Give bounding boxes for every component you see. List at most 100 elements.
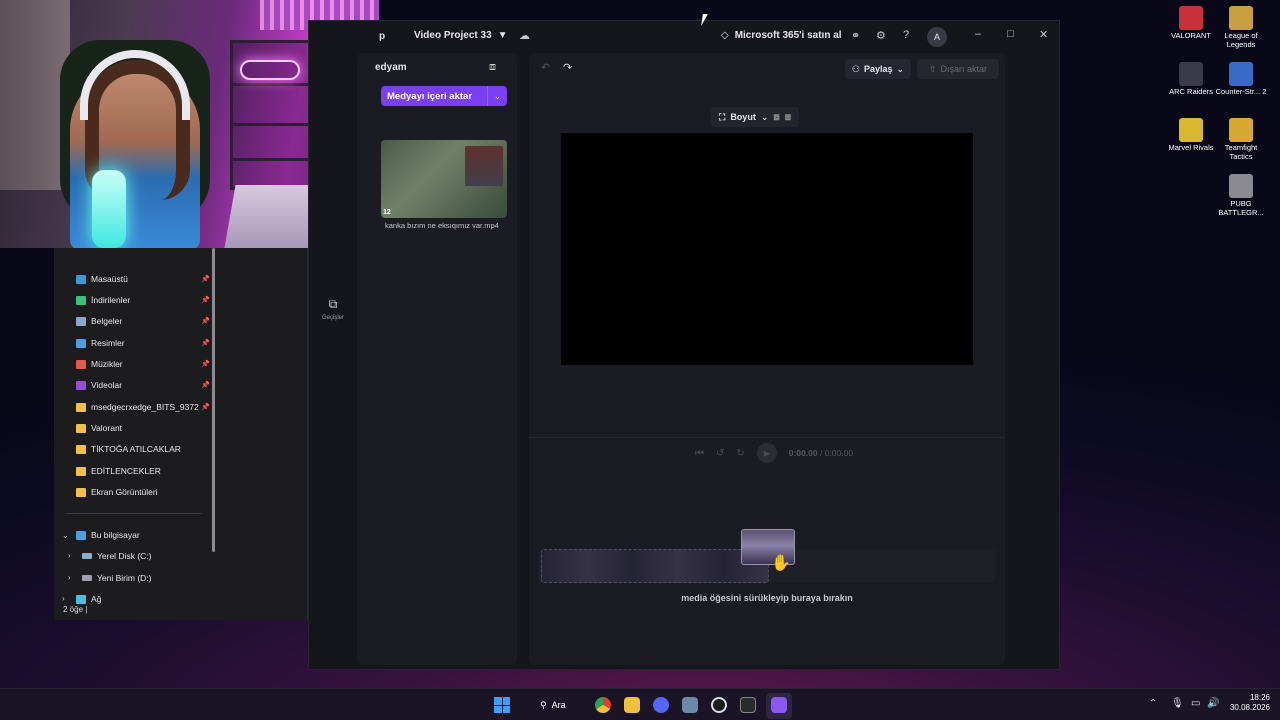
chevron-up-icon[interactable]: ⌃ [1149, 698, 1157, 709]
export-button[interactable]: ⇧ Dışarı aktar [917, 59, 999, 79]
media-thumbnail[interactable]: 12 [381, 140, 507, 218]
gear-icon[interactable]: ⚙ [876, 29, 886, 42]
collapse-panel-icon[interactable]: ⧈ [489, 61, 496, 74]
app-title: p [379, 31, 386, 42]
terminal-icon[interactable] [740, 697, 756, 713]
chevron-right-icon[interactable]: › [68, 551, 71, 560]
chevron-right-icon[interactable]: › [62, 594, 65, 603]
desktop-icon-label: ARC Raiders [1169, 87, 1213, 96]
volume-icon[interactable]: 🔊 [1207, 698, 1219, 709]
timeline-divider [529, 437, 1005, 438]
download-icon [76, 295, 86, 305]
chevron-down-icon[interactable]: ⌄ [62, 531, 69, 540]
video-preview[interactable] [561, 133, 973, 365]
nav-item-quick-access[interactable]: Müzikler 📌 [76, 355, 210, 373]
chevron-down-icon[interactable]: ⌄ [487, 86, 507, 106]
nav-item-quick-access[interactable]: EDİTLENCEKLER [76, 462, 210, 480]
start-button[interactable] [494, 697, 510, 713]
export-label: Dışarı aktar [940, 64, 988, 74]
nav-item-label: Ağ [91, 594, 102, 604]
share-button[interactable]: ⚇ Paylaş ⌄ [845, 59, 911, 79]
nav-item-network[interactable]: Ağ [76, 590, 210, 608]
nav-item-quick-access[interactable]: Belgeler 📌 [76, 312, 210, 330]
fit-icon[interactable]: ⧇ [773, 112, 779, 123]
pin-icon: 📌 [201, 340, 210, 347]
redo-icon[interactable]: ↷ [563, 61, 572, 74]
project-name-dropdown[interactable]: Video Project 33 ▼ [414, 30, 508, 41]
clipchamp-window: p Video Project 33 ▼ ☁ ◇ Microsoft 365'i… [308, 20, 1060, 670]
aspect-ratio-button[interactable]: Boyut [730, 112, 756, 122]
chevron-down-icon[interactable]: ⌄ [761, 112, 769, 123]
desktop-icon-league[interactable]: League of Legends [1215, 6, 1267, 49]
discord-icon[interactable] [653, 697, 669, 713]
desktop-icon-counter-strike[interactable]: Counter-Str... 2 [1215, 62, 1267, 97]
playback-controls: ⏮ ↺ ↻ ▶ 0:00.00 / 0:00.00 [695, 443, 853, 463]
nav-item-quick-access[interactable]: Videolar 📌 [76, 376, 210, 394]
desktop-icon-label: Marvel Rivals [1168, 143, 1214, 152]
pin-icon: 📌 [201, 318, 210, 325]
forward-icon[interactable]: ↻ [736, 448, 744, 459]
rail-item-transitions[interactable]: ⧉ Geçişler [317, 297, 349, 321]
desktop-icon-tft[interactable]: Teamfight Tactics [1215, 118, 1267, 161]
nav-item-label: Belgeler [91, 316, 123, 326]
layout-icon[interactable]: ⧆ [785, 112, 791, 123]
help-icon[interactable]: ? [903, 29, 909, 41]
arc-raiders-icon [1179, 62, 1203, 86]
chevron-right-icon[interactable]: › [68, 573, 71, 582]
nav-item-quick-access[interactable]: İndirilenler 📌 [76, 291, 210, 309]
folder-icon [76, 444, 86, 454]
clipchamp-icon[interactable] [771, 697, 787, 713]
maximize-icon[interactable]: □ [1007, 28, 1014, 40]
clock[interactable]: 18:26 30.08.2026 [1226, 693, 1270, 714]
microphone-icon[interactable]: 🎙 [1171, 698, 1184, 709]
rewind-icon[interactable]: ↺ [716, 448, 724, 459]
chrome-icon[interactable] [595, 697, 611, 713]
close-icon[interactable]: ✕ [1039, 28, 1048, 41]
nav-item-this-pc[interactable]: Bu bilgisayar [76, 526, 210, 544]
skip-back-icon[interactable]: ⏮ [695, 448, 704, 459]
left-icon-rail: ⧉ Geçişler [309, 53, 357, 671]
drop-zone[interactable] [541, 549, 769, 583]
nav-item-quick-access[interactable]: msedgecrxedge_BITS_9372_11i📌 [76, 398, 210, 416]
grab-hand-icon: ✋ [771, 555, 791, 572]
cloud-off-icon[interactable]: ☁ [519, 29, 530, 42]
obs-icon[interactable] [711, 697, 727, 713]
desktop-icon-marvel-rivals[interactable]: Marvel Rivals [1165, 118, 1217, 153]
desktop-icon-valorant[interactable]: VALORANT [1165, 6, 1217, 41]
nav-item-quick-access[interactable]: TİKTOĞA ATILCAKLAR [76, 440, 210, 458]
valorant-icon [1179, 6, 1203, 30]
avatar[interactable]: A [927, 27, 947, 47]
play-icon: ▶ [763, 448, 770, 458]
nav-item-drive-d[interactable]: Yeni Birim (D:) [82, 569, 216, 587]
nav-item-label: Bu bilgisayar [91, 530, 140, 540]
pin-icon: 📌 [201, 276, 210, 283]
nav-item-label: Valorant [91, 423, 123, 433]
import-media-button[interactable]: Medyayı içeri aktar ⌄ [381, 86, 507, 106]
buy-ms365-button[interactable]: ◇ Microsoft 365'i satın al [721, 30, 842, 41]
desktop-icon-arc-raiders[interactable]: ARC Raiders [1165, 62, 1217, 97]
import-media-label: Medyayı içeri aktar [387, 90, 473, 102]
nav-item-drive-c[interactable]: Yerel Disk (C:) [82, 547, 216, 565]
taskbar-search[interactable]: ⚲ Ara [530, 695, 580, 715]
display-icon[interactable]: ▭ [1191, 698, 1200, 709]
nav-item-quick-access[interactable]: Resimler 📌 [76, 334, 210, 352]
app-icon[interactable] [682, 697, 698, 713]
nav-item-quick-access[interactable]: Masaüstü 📌 [76, 270, 210, 288]
minimize-icon[interactable]: – [975, 28, 981, 40]
pictures-icon [76, 338, 86, 348]
undo-icon[interactable]: ↶ [541, 61, 550, 74]
nav-item-quick-access[interactable]: Valorant [76, 419, 210, 437]
connect-icon[interactable]: ⚭ [851, 29, 860, 42]
play-button[interactable]: ▶ [756, 443, 777, 463]
desktop-icon-pubg[interactable]: PUBG BATTLEGR... [1215, 174, 1267, 217]
total-time: / 0:00.00 [820, 448, 854, 458]
nav-item-label: İndirilenler [91, 295, 131, 305]
file-explorer-icon[interactable] [624, 697, 640, 713]
nav-scrollbar[interactable] [212, 248, 215, 552]
aspect-ratio-toolbar: ⛶ Boyut ⌄ ⧇ ⧆ [711, 107, 799, 127]
search-label: Ara [551, 700, 566, 710]
folder-icon [76, 466, 86, 476]
nav-item-quick-access[interactable]: Ekran Görüntüleri [76, 483, 210, 501]
diamond-icon: ◇ [721, 30, 729, 41]
marvel-rivals-icon [1179, 118, 1203, 142]
